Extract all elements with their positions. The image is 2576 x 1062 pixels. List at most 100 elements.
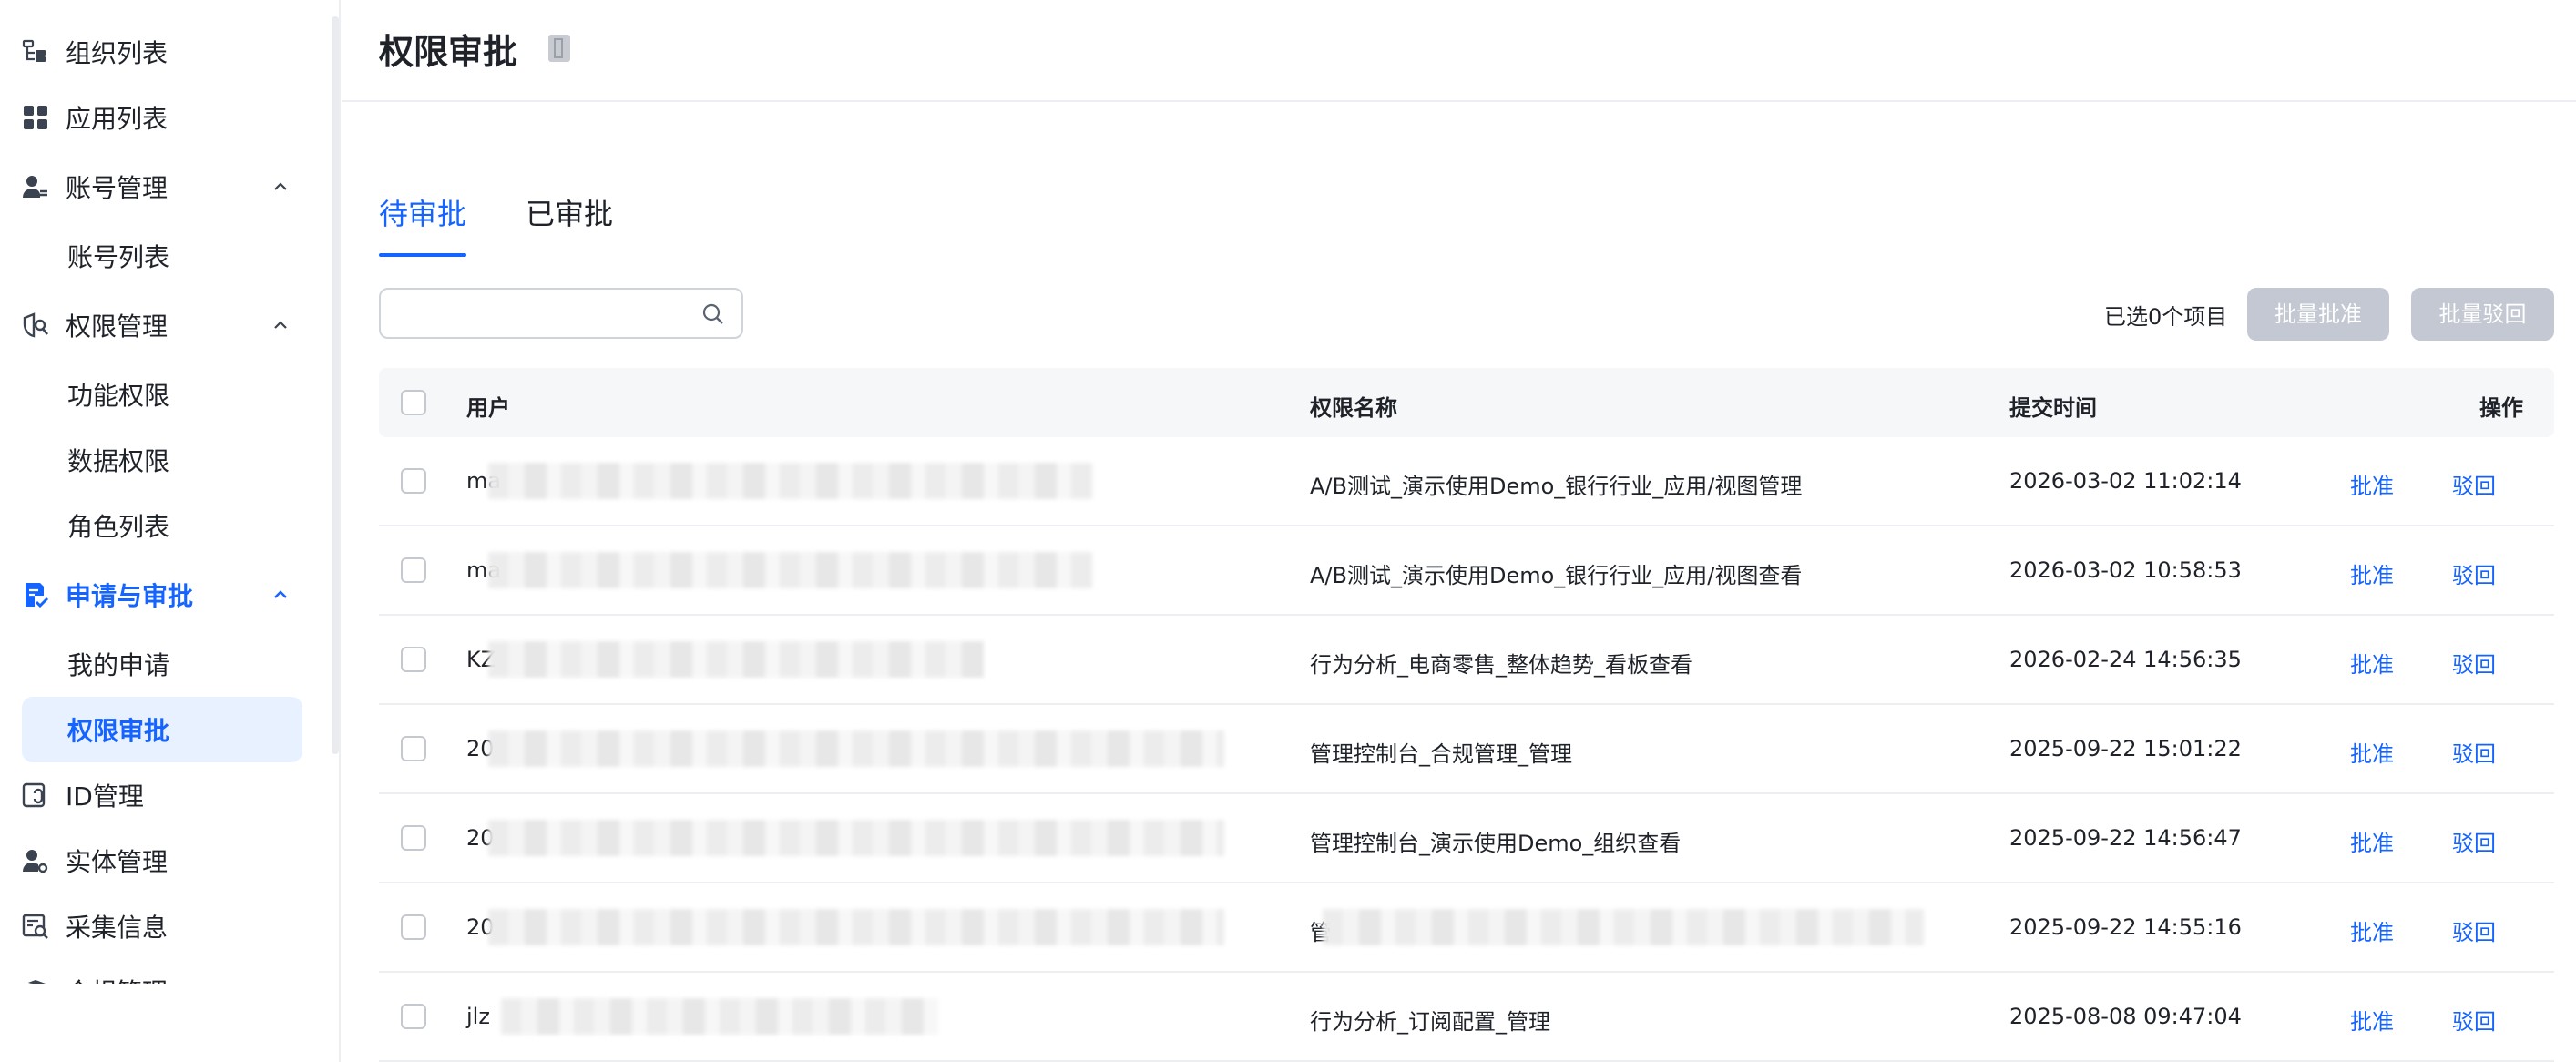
select-all-checkbox[interactable] bbox=[401, 390, 426, 415]
column-header-action: 操作 bbox=[2479, 395, 2523, 421]
sidebar-item-entity-mgmt[interactable]: 实体管理 bbox=[22, 828, 302, 894]
cell-permission: 行为分析_订阅配置_管理 bbox=[1310, 1009, 1550, 1035]
reject-link[interactable]: 驳回 bbox=[2452, 647, 2496, 679]
row-checkbox[interactable] bbox=[401, 647, 426, 672]
redacted-user bbox=[488, 463, 1093, 499]
table-row: ma A/B测试_演示使用Demo_银行行业_应用/视图查看 2026-03-0… bbox=[379, 526, 2554, 616]
row-checkbox[interactable] bbox=[401, 557, 426, 583]
chevron-up-icon[interactable] bbox=[270, 584, 291, 606]
cell-time: 2026-03-02 10:58:53 bbox=[2009, 557, 2242, 583]
column-header-user: 用户 bbox=[466, 395, 510, 421]
sidebar-item-id-mgmt[interactable]: ID管理 bbox=[22, 762, 302, 828]
search-input[interactable] bbox=[394, 297, 685, 330]
sidebar: 组织列表 应用列表 账号管理 账号列表 权限管理 功能权限 数据权限 角色列表 bbox=[0, 0, 341, 1062]
redacted-user bbox=[488, 820, 1224, 856]
document-icon[interactable] bbox=[547, 33, 574, 64]
approval-doc-icon bbox=[22, 581, 49, 608]
row-checkbox[interactable] bbox=[401, 1004, 426, 1029]
table-row: 20 管理控制台_演示使用Demo_组织查看 2025-09-22 14:56:… bbox=[379, 794, 2554, 883]
redacted-permission bbox=[1323, 909, 1924, 945]
batch-approve-button[interactable]: 批量批准 bbox=[2247, 288, 2389, 341]
id-link-icon bbox=[22, 781, 49, 809]
sidebar-item-account-mgmt[interactable]: 账号管理 bbox=[22, 154, 302, 220]
sidebar-item-label: 账号列表 bbox=[67, 242, 170, 272]
cell-permission: A/B测试_演示使用Demo_银行行业_应用/视图查看 bbox=[1310, 563, 1803, 588]
redacted-user bbox=[488, 730, 1224, 767]
row-checkbox[interactable] bbox=[401, 736, 426, 761]
search-box[interactable] bbox=[379, 288, 743, 339]
table-row: 20 管 2025-09-22 14:55:16 批准 驳回 bbox=[379, 883, 2554, 973]
key-shield-icon bbox=[22, 311, 49, 339]
sidebar-item-label: 权限审批 bbox=[67, 716, 170, 746]
selected-count: 已选0个项目 bbox=[2104, 304, 2228, 330]
sidebar-item-label: 合规管理 bbox=[66, 973, 168, 984]
tab-active-indicator bbox=[379, 253, 466, 257]
sidebar-item-label: 账号管理 bbox=[66, 173, 169, 203]
cell-time: 2026-02-24 14:56:35 bbox=[2009, 647, 2242, 672]
reject-link[interactable]: 驳回 bbox=[2452, 914, 2496, 946]
redacted-user bbox=[488, 641, 984, 678]
org-tree-icon bbox=[22, 38, 49, 66]
sidebar-item-org-list[interactable]: 组织列表 bbox=[22, 19, 302, 85]
page-title: 权限审批 bbox=[379, 32, 518, 72]
cell-permission: 行为分析_电商零售_整体趋势_看板查看 bbox=[1310, 652, 1692, 678]
reject-link[interactable]: 驳回 bbox=[2452, 736, 2496, 768]
sidebar-item-permission-approval[interactable]: 权限审批 bbox=[22, 697, 302, 762]
batch-reject-button[interactable]: 批量驳回 bbox=[2411, 288, 2554, 341]
cell-user: jlz bbox=[466, 1004, 490, 1029]
cell-time: 2026-03-02 11:02:14 bbox=[2009, 468, 2242, 494]
redacted-user bbox=[488, 909, 1224, 945]
cell-time: 2025-09-22 15:01:22 bbox=[2009, 736, 2242, 761]
reject-link[interactable]: 驳回 bbox=[2452, 468, 2496, 500]
sidebar-item-function-permission[interactable]: 功能权限 bbox=[22, 362, 302, 427]
user-gear-icon bbox=[22, 847, 49, 874]
reject-link[interactable]: 驳回 bbox=[2452, 557, 2496, 589]
reject-link[interactable]: 驳回 bbox=[2452, 1004, 2496, 1036]
cell-permission: A/B测试_演示使用Demo_银行行业_应用/视图管理 bbox=[1310, 474, 1803, 499]
tab-approved[interactable]: 已审批 bbox=[526, 191, 613, 233]
sidebar-item-permission-mgmt[interactable]: 权限管理 bbox=[22, 292, 302, 358]
cell-time: 2025-09-22 14:55:16 bbox=[2009, 914, 2242, 940]
sidebar-item-label: 实体管理 bbox=[66, 847, 169, 877]
sidebar-item-label: 申请与审批 bbox=[66, 581, 194, 611]
sidebar-item-label: 数据权限 bbox=[67, 446, 170, 476]
search-icon[interactable] bbox=[701, 302, 725, 326]
grid-apps-icon bbox=[22, 104, 49, 131]
table-row: ma A/B测试_演示使用Demo_银行行业_应用/视图管理 2026-03-0… bbox=[379, 437, 2554, 526]
sidebar-item-label: 我的申请 bbox=[67, 650, 170, 680]
reject-link[interactable]: 驳回 bbox=[2452, 825, 2496, 857]
tab-pending[interactable]: 待审批 bbox=[379, 191, 466, 233]
sidebar-item-my-requests[interactable]: 我的申请 bbox=[22, 631, 302, 697]
row-checkbox[interactable] bbox=[401, 914, 426, 940]
sidebar-item-account-list[interactable]: 账号列表 bbox=[22, 223, 302, 289]
sidebar-item-label: 应用列表 bbox=[66, 104, 169, 134]
collect-search-icon bbox=[22, 913, 49, 940]
cell-time: 2025-08-08 09:47:04 bbox=[2009, 1004, 2242, 1029]
sidebar-item-role-list[interactable]: 角色列表 bbox=[22, 493, 302, 558]
table-header: 用户 权限名称 提交时间 操作 bbox=[379, 368, 2554, 437]
redacted-user bbox=[488, 552, 1093, 588]
approve-link[interactable]: 批准 bbox=[2350, 914, 2394, 946]
sidebar-item-compliance[interactable]: 合规管理 bbox=[22, 958, 302, 984]
sidebar-item-collect-info[interactable]: 采集信息 bbox=[22, 894, 302, 959]
chevron-up-icon[interactable] bbox=[270, 314, 291, 336]
shield-icon bbox=[22, 978, 49, 984]
sidebar-item-label: 采集信息 bbox=[66, 913, 169, 943]
chevron-up-icon[interactable] bbox=[270, 176, 291, 198]
approve-link[interactable]: 批准 bbox=[2350, 1004, 2394, 1036]
sidebar-item-label: 组织列表 bbox=[66, 38, 169, 68]
row-checkbox[interactable] bbox=[401, 825, 426, 851]
approve-link[interactable]: 批准 bbox=[2350, 736, 2394, 768]
sidebar-item-apply-approve[interactable]: 申请与审批 bbox=[22, 562, 302, 628]
approve-link[interactable]: 批准 bbox=[2350, 468, 2394, 500]
approve-link[interactable]: 批准 bbox=[2350, 557, 2394, 589]
approve-link[interactable]: 批准 bbox=[2350, 825, 2394, 857]
sidebar-item-label: ID管理 bbox=[66, 781, 144, 812]
row-checkbox[interactable] bbox=[401, 468, 426, 494]
approve-link[interactable]: 批准 bbox=[2350, 647, 2394, 679]
sidebar-item-app-list[interactable]: 应用列表 bbox=[22, 85, 302, 150]
sidebar-scrollbar[interactable] bbox=[332, 16, 339, 754]
table-row: 20 管理控制台_合规管理_管理 2025-09-22 15:01:22 批准 … bbox=[379, 705, 2554, 794]
sidebar-item-data-permission[interactable]: 数据权限 bbox=[22, 427, 302, 493]
user-settings-icon bbox=[22, 173, 49, 200]
